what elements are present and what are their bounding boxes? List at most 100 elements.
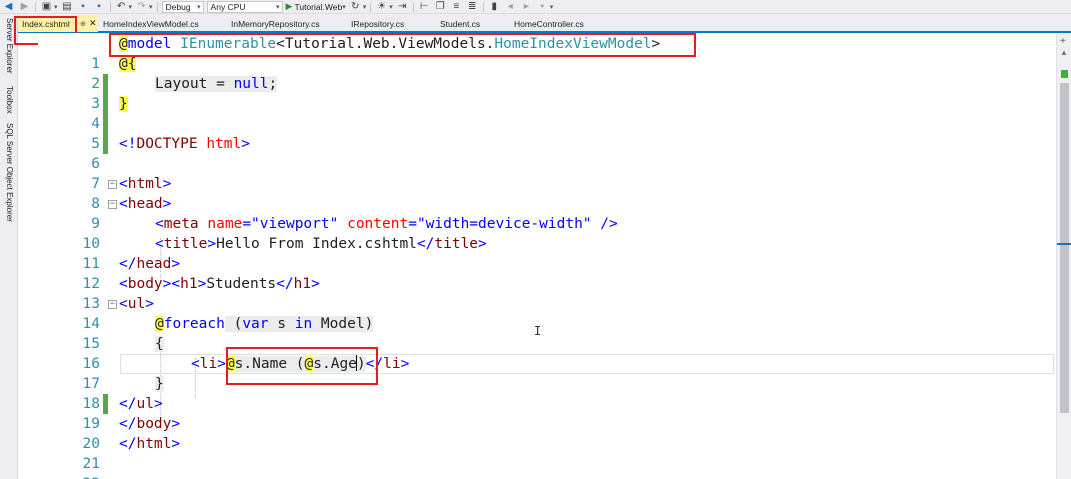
refresh-icon[interactable]: ↻ bbox=[349, 1, 362, 13]
vertical-scrollbar[interactable]: + ▲ bbox=[1056, 33, 1071, 479]
html-tag: li bbox=[199, 356, 218, 372]
html-tag: title bbox=[434, 236, 479, 252]
html-tag: title bbox=[163, 236, 208, 252]
code-text: </body> bbox=[119, 414, 180, 434]
close-icon[interactable]: ✕ bbox=[89, 18, 97, 29]
code-token: } bbox=[155, 376, 164, 392]
code-token: ; bbox=[268, 76, 278, 92]
next-bookmark-icon[interactable]: ▸ bbox=[520, 1, 533, 13]
code-token: /> bbox=[591, 216, 618, 232]
code-token: Model) bbox=[312, 316, 374, 332]
line-number: 22 bbox=[38, 474, 100, 479]
undo-icon[interactable]: ↶ bbox=[115, 1, 128, 13]
html-tag: h1 bbox=[293, 276, 312, 292]
clear-bookmarks-icon[interactable]: ▪ bbox=[536, 1, 549, 13]
code-text: } bbox=[155, 374, 164, 394]
solution-configuration-select[interactable]: Debug ▾ bbox=[161, 0, 204, 13]
navigate-forward-icon[interactable]: ▶ bbox=[18, 1, 31, 13]
keyword: in bbox=[294, 316, 313, 332]
chevron-down-icon[interactable]: ▾ bbox=[550, 3, 554, 11]
comment-icon[interactable]: ≡ bbox=[450, 1, 463, 13]
bookmark-icon[interactable]: ▮ bbox=[488, 1, 501, 13]
code-token: > bbox=[145, 296, 154, 312]
new-project-icon[interactable]: ▣ bbox=[40, 1, 53, 13]
code-editor[interactable]: 1 @model IEnumerable<Tutorial.Web.ViewMo… bbox=[38, 33, 1056, 479]
html-tag: li bbox=[383, 356, 401, 372]
code-line: 15 @foreach (var s in Model) bbox=[38, 314, 1056, 352]
chevron-down-icon[interactable]: ▾ bbox=[363, 3, 367, 11]
code-token: > bbox=[153, 396, 163, 412]
caret-position-marker bbox=[1057, 243, 1071, 245]
solution-configuration-value: Debug bbox=[165, 1, 191, 12]
code-token: > bbox=[217, 356, 226, 372]
keyword: null bbox=[233, 76, 269, 92]
code-token: > bbox=[171, 416, 181, 432]
code-token: > bbox=[171, 256, 181, 272]
sql-server-object-explorer-tab[interactable]: SQL Server Object Explorer bbox=[3, 123, 15, 222]
previous-bookmark-icon[interactable]: ◂ bbox=[504, 1, 517, 13]
tab-label: InMemoryRepository.cs bbox=[231, 18, 320, 29]
document-tab-well: Index.cshtml ⊕ ✕ HomeIndexViewModel.cs I… bbox=[18, 14, 1071, 33]
toolbox-tab[interactable]: Toolbox bbox=[3, 86, 15, 114]
code-line: 13 <body><h1>Students</h1> bbox=[38, 274, 1056, 312]
code-token: > bbox=[162, 176, 172, 192]
uncomment-icon[interactable]: ≣ bbox=[466, 1, 479, 13]
code-line: 9 − <head> bbox=[38, 194, 1056, 232]
code-token: Layout = bbox=[155, 76, 234, 92]
attribute: html bbox=[206, 136, 242, 152]
code-token: < bbox=[119, 276, 128, 292]
chevron-down-icon[interactable]: ▾ bbox=[389, 3, 393, 11]
chevron-down-icon[interactable]: ▾ bbox=[149, 3, 153, 11]
code-token: < bbox=[119, 176, 128, 192]
html-tag: DOCTYPE bbox=[136, 136, 198, 152]
html-tag: head bbox=[127, 196, 163, 212]
tab-label: HomeController.cs bbox=[514, 18, 584, 29]
code-text: <html> bbox=[119, 174, 171, 194]
tab-irepository[interactable]: IRepository.cs bbox=[351, 15, 404, 32]
code-token: > bbox=[400, 356, 410, 372]
save-all-icon[interactable]: ▪ bbox=[93, 1, 106, 13]
chevron-down-icon[interactable]: ▾ bbox=[129, 3, 133, 11]
html-tag: ul bbox=[127, 296, 146, 312]
html-tag: body bbox=[136, 416, 172, 432]
pin-icon[interactable]: ⊕ bbox=[80, 20, 86, 28]
tab-inmemoryrepository[interactable]: InMemoryRepository.cs bbox=[231, 15, 320, 32]
code-text: </html> bbox=[119, 434, 180, 454]
collapse-icon[interactable]: − bbox=[108, 180, 117, 189]
tab-homeindexviewmodel[interactable]: HomeIndexViewModel.cs bbox=[103, 15, 199, 32]
code-line-current: 17 <li>@s.Name (@s.Age)</li> bbox=[38, 354, 1056, 414]
split-window-icon[interactable]: + bbox=[1060, 36, 1066, 47]
tab-label: Student.cs bbox=[440, 18, 481, 29]
standard-toolbar: ◀ ▶ ▣ ▾ ▤ ▪ ▪ ↶ ▾ ↷ ▾ Debug ▾ Any CPU ▾ … bbox=[0, 0, 1071, 14]
code-token: </ bbox=[119, 396, 137, 412]
code-text: <meta name="viewport" content="width=dev… bbox=[155, 214, 618, 234]
browser-link-icon[interactable]: ☀ bbox=[375, 1, 388, 13]
collapse-icon[interactable]: − bbox=[108, 200, 117, 209]
hierarchy-icon[interactable]: ⊢ bbox=[418, 1, 431, 13]
solution-platform-value: Any CPU bbox=[210, 1, 246, 12]
tab-label: IRepository.cs bbox=[351, 18, 405, 29]
highlight-box bbox=[109, 33, 696, 57]
tab-student[interactable]: Student.cs bbox=[440, 15, 480, 32]
tab-label: HomeIndexViewModel.cs bbox=[103, 18, 199, 29]
step-over-icon[interactable]: ⇥ bbox=[396, 1, 409, 13]
code-token: > bbox=[241, 136, 250, 152]
scroll-up-icon[interactable]: ▲ bbox=[1060, 48, 1068, 57]
code-token: > bbox=[162, 196, 172, 212]
collapse-icon[interactable]: − bbox=[108, 300, 117, 309]
save-icon[interactable]: ▪ bbox=[77, 1, 90, 13]
navigate-back-icon[interactable]: ◀ bbox=[2, 1, 15, 13]
tab-homecontroller[interactable]: HomeController.cs bbox=[514, 15, 584, 32]
scrollbar-thumb[interactable] bbox=[1060, 83, 1069, 413]
toolbar-separator bbox=[156, 1, 158, 12]
solution-platform-select[interactable]: Any CPU ▾ bbox=[206, 0, 283, 13]
code-line: 10 <meta name="viewport" content="width=… bbox=[38, 214, 1056, 252]
redo-icon[interactable]: ↷ bbox=[135, 1, 148, 13]
chevron-down-icon[interactable]: ▾ bbox=[54, 3, 58, 11]
code-token: < bbox=[119, 196, 128, 212]
code-token: < bbox=[155, 216, 164, 232]
copy-icon[interactable]: ❐ bbox=[434, 1, 447, 13]
start-debugging-button[interactable]: ▶ Tutorial.Web ▾ bbox=[286, 1, 346, 12]
open-file-icon[interactable]: ▤ bbox=[61, 1, 74, 13]
code-token: = bbox=[408, 216, 417, 232]
